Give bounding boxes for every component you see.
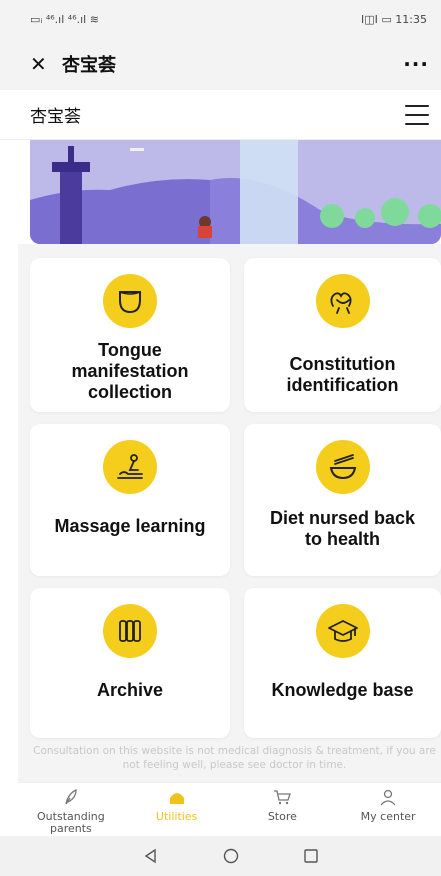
diet-bowl-icon — [315, 440, 370, 494]
close-icon[interactable]: ✕ — [30, 52, 52, 76]
feather-icon — [62, 787, 80, 807]
hero-banner — [30, 140, 441, 244]
app-title: 杏宝荟 — [62, 55, 116, 76]
home-circle-icon[interactable] — [223, 848, 239, 864]
hamburger-menu-icon[interactable] — [405, 104, 429, 125]
utilities-icon — [167, 787, 187, 807]
tab-store[interactable]: Store — [230, 783, 336, 836]
bottom-tab-bar: Outstanding parents Utilities Store My c… — [18, 782, 441, 836]
constitution-icon — [315, 274, 370, 328]
person-icon — [379, 787, 397, 807]
card-tongue-manifestation[interactable]: Tongue manifestation collection — [30, 258, 230, 412]
graduation-cap-icon — [315, 604, 370, 658]
card-label: Tongue manifestation collection — [71, 340, 189, 402]
recents-square-icon[interactable] — [303, 848, 319, 864]
card-massage-learning[interactable]: Massage learning — [30, 424, 230, 576]
system-navigation-bar — [0, 836, 441, 876]
tab-outstanding-parents[interactable]: Outstanding parents — [18, 783, 124, 836]
back-triangle-icon[interactable] — [143, 848, 159, 864]
banner-illustration — [30, 140, 441, 244]
tab-my-center[interactable]: My center — [335, 783, 441, 836]
card-label: Knowledge base — [271, 680, 414, 700]
card-archive[interactable]: Archive — [30, 588, 230, 738]
medical-disclaimer: Consultation on this website is not medi… — [33, 745, 436, 771]
card-diet-nursed[interactable]: Diet nursed back to health — [244, 424, 441, 576]
more-options-icon[interactable]: ··· — [403, 52, 429, 76]
tongue-icon — [103, 274, 157, 328]
mini-program-title-bar: ✕ 杏宝荟 ··· — [0, 38, 441, 90]
tab-label: Store — [267, 810, 297, 823]
signal-indicators: ▭ᵢ ⁴⁶.ıl ⁴⁶.ıl ≋ — [30, 12, 99, 26]
battery-and-time: I◫I ▭ 11:35 — [361, 12, 427, 26]
tab-label: Outstanding parents — [37, 810, 105, 835]
archive-icon — [103, 604, 157, 658]
tab-label: Utilities — [155, 810, 198, 823]
tab-label: My center — [360, 810, 416, 823]
status-bar: ▭ᵢ ⁴⁶.ıl ⁴⁶.ıl ≋ I◫I ▭ 11:35 — [0, 0, 441, 38]
card-label: Massage learning — [54, 516, 206, 536]
card-constitution-identification[interactable]: Constitution identification — [244, 258, 441, 412]
tab-utilities[interactable]: Utilities — [124, 783, 230, 836]
page-title: 杏宝荟 — [30, 107, 81, 127]
cart-icon — [272, 787, 292, 807]
card-label: Diet nursed back to health — [269, 508, 416, 549]
card-label: Constitution identification — [286, 354, 399, 395]
card-label: Archive — [96, 680, 164, 700]
massage-icon — [103, 440, 157, 494]
card-knowledge-base[interactable]: Knowledge base — [244, 588, 441, 738]
page-header: 杏宝荟 — [0, 90, 441, 140]
